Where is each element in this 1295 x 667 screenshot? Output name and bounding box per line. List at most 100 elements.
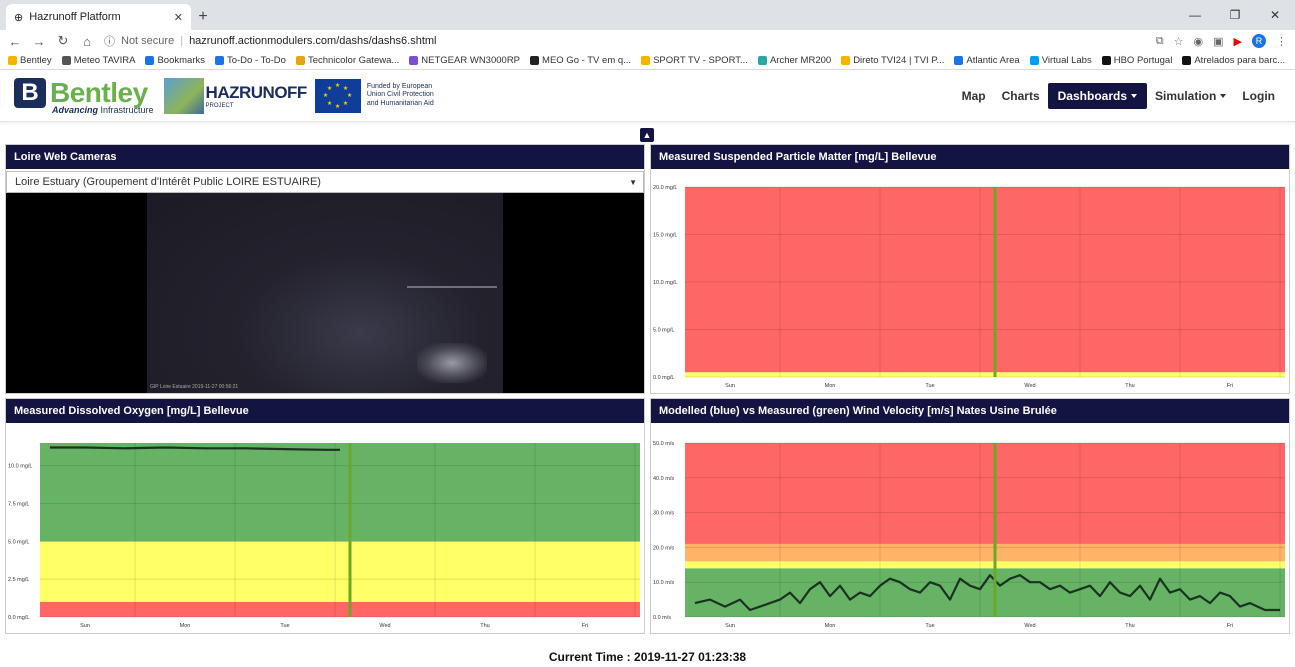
bookmark-icon [757, 56, 767, 65]
bookmark-icon [1182, 56, 1192, 65]
threshold-band [685, 561, 1285, 569]
threshold-band [40, 601, 640, 617]
bookmark-item[interactable]: Atrelados para barc... [1182, 55, 1285, 66]
bookmark-label: NETGEAR WN3000RP [421, 55, 521, 66]
y-tick-label: 0.0 m/s [653, 615, 671, 621]
camera-select-value: Loire Estuary (Groupement d'Intérêt Publ… [15, 176, 321, 188]
tab-title: Hazrunoff Platform [29, 11, 121, 23]
url-field[interactable]: ⓘ Not secure | hazrunoff.actionmodulers.… [104, 33, 1146, 49]
x-tick-label: Wed [379, 623, 390, 629]
caret-down-icon [1220, 93, 1227, 98]
camera-select[interactable]: Loire Estuary (Groupement d'Intérêt Publ… [6, 171, 644, 193]
bookmark-item[interactable]: Bookmarks [145, 55, 205, 66]
info-icon[interactable]: ⓘ [104, 33, 115, 49]
threshold-band [685, 443, 1285, 544]
reload-icon[interactable]: ↻ [56, 33, 70, 49]
bookmark-item[interactable]: Direto TVI24 | TVI P... [841, 55, 944, 66]
bookmark-item[interactable]: Technicolor Gatewa... [295, 55, 400, 66]
profile-avatar[interactable]: R [1252, 34, 1266, 48]
bookmark-label: To-Do - To-Do [226, 55, 286, 66]
spm-chart: 0.0 mg/L 5.0 mg/L 10.0 mg/L 15.0 mg/L 20.0 m… [653, 185, 1285, 389]
y-tick-label: 7.5 mg/L [8, 502, 29, 508]
x-tick-label: Tue [280, 623, 289, 629]
collapse-header-button[interactable]: ▲ [640, 128, 654, 142]
bookmark-icon [841, 56, 851, 65]
youtube-icon[interactable]: ▶ [1234, 35, 1242, 48]
threshold-band [40, 443, 640, 542]
bookmark-item[interactable]: Meteo TAVIRA [61, 55, 135, 66]
bookmark-icon [641, 56, 651, 65]
toolbar-icons: ⧉ ☆ ◉ ▣ ▶ R ⋮ [1156, 34, 1287, 48]
threshold-band [685, 568, 1285, 617]
new-tab-button[interactable]: + [191, 4, 215, 30]
panel-title: Measured Suspended Particle Matter [mg/L… [651, 145, 1289, 169]
camera-bridge-lights [407, 286, 497, 288]
x-tick-label: Mon [825, 623, 836, 629]
bookmark-item[interactable]: MEO Go - TV em q... [530, 55, 631, 66]
hazrunoff-image-icon [163, 77, 204, 114]
bentley-logo[interactable]: B Bentley Advancing Infrastructure [14, 77, 154, 115]
y-tick-label: 30.0 m/s [653, 511, 674, 517]
minimize-icon[interactable]: — [1175, 0, 1215, 30]
nav-simulation[interactable]: Simulation [1147, 83, 1234, 109]
bentley-tagline: Advancing Infrastructure [52, 105, 154, 115]
back-icon[interactable]: ← [8, 34, 22, 49]
extension-icon[interactable]: ◉ [1194, 35, 1204, 48]
star-icon[interactable]: ☆ [1174, 35, 1184, 48]
bookmark-item[interactable]: Archer MR200 [757, 55, 831, 66]
camera-shore-lights [417, 343, 487, 383]
y-tick-label: 15.0 mg/L [653, 233, 677, 239]
main-nav: Map Charts Dashboards Simulation Login [954, 82, 1283, 109]
bookmark-icon [61, 56, 71, 65]
app-header: B Bentley Advancing Infrastructure HAZRU… [0, 70, 1295, 122]
bookmark-item[interactable]: To-Do - To-Do [214, 55, 286, 66]
bookmark-item[interactable]: Bentley [8, 55, 52, 66]
browser-tab[interactable]: ⊕ Hazrunoff Platform ✕ [6, 4, 191, 30]
restore-icon[interactable]: ❐ [1215, 0, 1255, 30]
nav-charts[interactable]: Charts [994, 83, 1048, 109]
close-window-icon[interactable]: ✕ [1255, 0, 1295, 30]
nav-login[interactable]: Login [1234, 83, 1283, 109]
bookmark-label: Bookmarks [157, 55, 205, 66]
close-tab-icon[interactable]: ✕ [174, 11, 183, 24]
eu-funding-logo: ★ ★ ★ ★ ★ ★ ★ ★ Funded by European Union Civi… [314, 78, 442, 113]
threshold-band [685, 372, 1285, 377]
bookmark-label: Technicolor Gatewa... [307, 55, 400, 66]
forward-icon[interactable]: → [32, 34, 46, 49]
nav-dashboards[interactable]: Dashboards [1047, 82, 1147, 109]
x-tick-label: Wed [1024, 623, 1035, 629]
extension-icon-2[interactable]: ▣ [1213, 35, 1223, 48]
panel-title: Loire Web Cameras [6, 145, 644, 169]
bookmark-item[interactable]: NETGEAR WN3000RP [409, 55, 520, 66]
y-tick-label: 5.0 mg/L [8, 539, 29, 545]
url-text: hazrunoff.actionmodulers.com/dashs/dashs… [189, 35, 437, 47]
camera-timestamp: GIP Loire Estuaire 2019-11-27 00:56:21 [150, 384, 239, 390]
y-tick-label: 0.0 mg/L [653, 375, 674, 381]
panel-oxygen: Measured Dissolved Oxygen [mg/L] Bellevu… [5, 398, 645, 634]
eu-flag-icon: ★ ★ ★ ★ ★ ★ ★ ★ [314, 78, 361, 113]
panel-spm: Measured Suspended Particle Matter [mg/L… [650, 144, 1290, 394]
dashboard-grid: Loire Web Cameras Loire Estuary (Groupem… [5, 144, 1290, 634]
bookmark-item[interactable]: Virtual Labs [1029, 55, 1092, 66]
bookmark-label: Atrelados para barc... [1194, 55, 1286, 66]
bookmark-item[interactable]: HBO Portugal [1101, 55, 1172, 66]
y-tick-label: 50.0 m/s [653, 441, 674, 447]
tagline-bold: Advancing [52, 104, 99, 115]
x-tick-label: Thu [1125, 383, 1134, 389]
y-tick-label: 2.5 mg/L [8, 577, 29, 583]
bookmark-item[interactable]: SPORT TV - SPORT... [641, 55, 748, 66]
home-icon[interactable]: ⌂ [80, 34, 94, 49]
browser-tabbar: ⊕ Hazrunoff Platform ✕ + — ❐ ✕ [0, 0, 1295, 30]
tagline-rest: Infrastructure [98, 104, 154, 115]
threshold-band [685, 543, 1285, 562]
menu-icon[interactable]: ⋮ [1276, 35, 1287, 48]
x-tick-label: Fri [582, 623, 588, 629]
nav-map[interactable]: Map [954, 83, 994, 109]
bookmark-item[interactable]: Atlantic Area [954, 55, 1020, 66]
panel-cameras: Loire Web Cameras Loire Estuary (Groupem… [5, 144, 645, 394]
translate-icon[interactable]: ⧉ [1156, 35, 1164, 48]
hazrunoff-logo[interactable]: HAZRUNOFF PROJECT [163, 77, 307, 114]
bookmark-label: SPORT TV - SPORT... [653, 55, 748, 66]
y-tick-label: 0.0 mg/L [8, 615, 29, 621]
x-tick-label: Mon [180, 623, 191, 629]
